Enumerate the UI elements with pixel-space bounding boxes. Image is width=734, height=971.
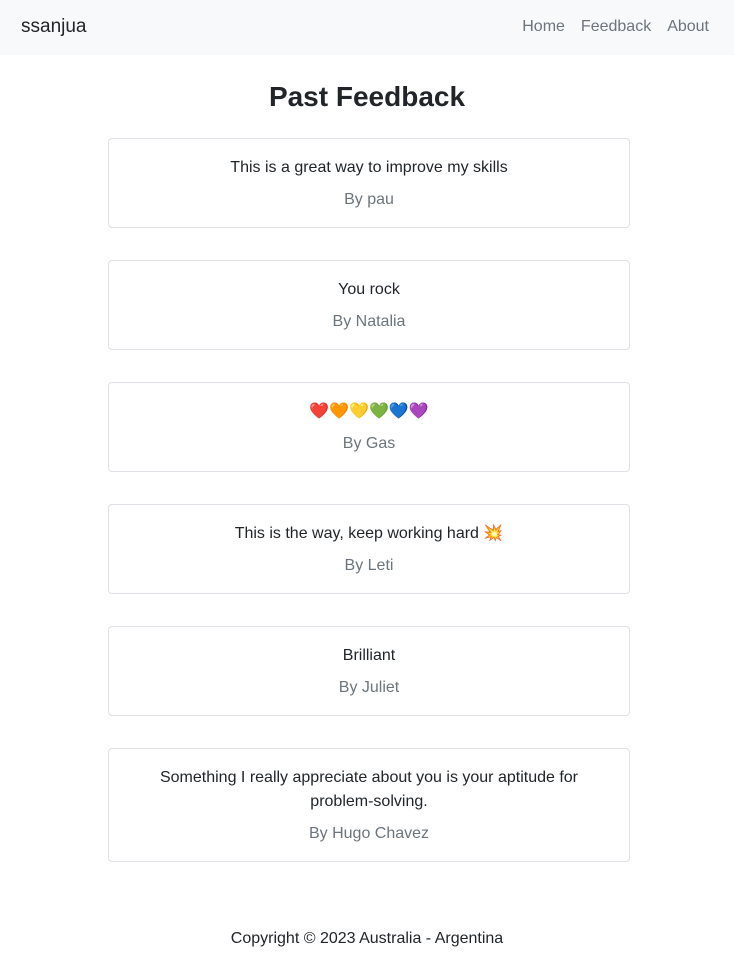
page-title: Past Feedback — [268, 81, 466, 112]
feedback-author: By Natalia — [332, 313, 406, 330]
footer-copyright: Copyright © 2023 Australia - Argentina — [230, 930, 504, 947]
feedback-author: By pau — [344, 191, 394, 208]
feedback-text: Brilliant — [342, 647, 396, 664]
feedback-card: You rock By Natalia — [108, 260, 630, 350]
feedback-text: ❤️🧡💛💚💙💜 — [309, 403, 429, 420]
brand-link[interactable]: ssanjua — [21, 15, 87, 39]
nav-link-home[interactable]: Home — [522, 16, 565, 38]
nav-link-feedback[interactable]: Feedback — [581, 16, 651, 38]
feedback-text: You rock — [338, 281, 400, 298]
feedback-text: This is a great way to improve my skills — [230, 159, 508, 176]
nav-links: Home Feedback About — [522, 16, 709, 38]
feedback-author: By Gas — [342, 435, 396, 452]
feedback-text: This is the way, keep working hard 💥 — [234, 525, 504, 542]
nav-link-about[interactable]: About — [667, 16, 709, 38]
feedback-author: By Hugo Chavez — [308, 825, 430, 842]
feedback-card: Something I really appreciate about you … — [108, 748, 630, 862]
feedback-text: Something I really appreciate about you … — [159, 769, 579, 810]
feedback-card: This is a great way to improve my skills… — [108, 138, 630, 228]
feedback-card: This is the way, keep working hard 💥 By … — [108, 504, 630, 594]
feedback-card: Brilliant By Juliet — [108, 626, 630, 716]
navbar: ssanjua Home Feedback About — [0, 0, 734, 55]
feedback-author: By Leti — [344, 557, 394, 574]
feedback-card: ❤️🧡💛💚💙💜 By Gas — [108, 382, 630, 472]
feedback-author: By Juliet — [338, 679, 400, 696]
